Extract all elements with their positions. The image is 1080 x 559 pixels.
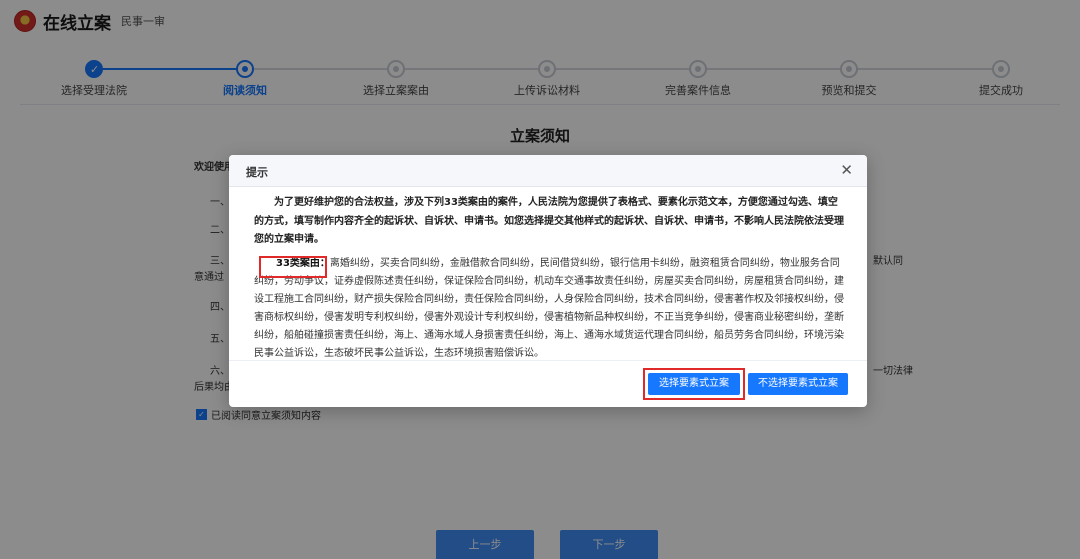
dialog-intro: 为了更好维护您的合法权益，涉及下列33类案由的案件，人民法院为您提供了表格式、要… <box>254 197 844 245</box>
dialog-header: 提示 ✕ <box>229 155 867 187</box>
divider <box>229 360 867 361</box>
dialog-title: 提示 <box>246 166 268 179</box>
case-types-list: 离婚纠纷，买卖合同纠纷，金融借款合同纠纷，民间借贷纠纷，银行信用卡纠纷，融资租赁… <box>254 257 844 359</box>
close-icon[interactable]: ✕ <box>840 161 853 179</box>
notice-dialog: 提示 ✕ 为了更好维护您的合法权益，涉及下列33类案由的案件，人民法院为您提供了… <box>229 155 867 407</box>
highlight-box <box>259 256 327 278</box>
choose-element-filing-button[interactable]: 选择要素式立案 <box>648 373 740 395</box>
decline-element-filing-button[interactable]: 不选择要素式立案 <box>748 373 848 395</box>
dialog-body: 为了更好维护您的合法权益，涉及下列33类案由的案件，人民法院为您提供了表格式、要… <box>254 194 844 363</box>
case-types-paragraph: 33类案由：离婚纠纷，买卖合同纠纷，金融借款合同纠纷，民间借贷纠纷，银行信用卡纠… <box>254 255 844 363</box>
